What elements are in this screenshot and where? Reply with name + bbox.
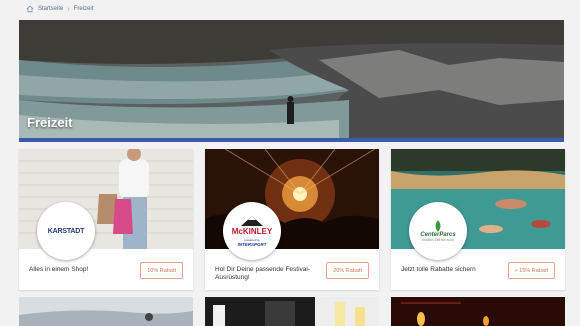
- home-icon[interactable]: [26, 5, 34, 13]
- hero-title: Freizeit: [27, 115, 73, 130]
- discount-button[interactable]: 10% Rabatt: [140, 262, 183, 279]
- offer-card-partial[interactable]: [19, 297, 193, 326]
- discount-button[interactable]: > 15% Rabatt: [507, 262, 555, 279]
- breadcrumb-home-link[interactable]: Startseite: [38, 6, 63, 12]
- card-description: Alles in einem Shop!: [29, 266, 89, 273]
- hero-banner: Freizeit: [19, 20, 564, 142]
- card-description: Jetzt tolle Rabatte sichern: [401, 266, 476, 273]
- hero-accent-bar: [19, 138, 564, 142]
- card-image: [19, 297, 193, 326]
- offer-card-partial[interactable]: [205, 297, 379, 326]
- offer-card-centerparcs[interactable]: CenterParcs Endlich Zeit für euch Jetzt …: [391, 149, 565, 290]
- offer-card-partial[interactable]: [391, 297, 565, 326]
- card-image: [391, 297, 565, 326]
- centerparcs-logo: CenterParcs Endlich Zeit für euch: [409, 202, 467, 260]
- card-description: Hol Dir Deine passende Festival-Ausrüstu…: [215, 266, 311, 281]
- offer-card-mckinley[interactable]: McKINLEY powered by INTERSPORT Hol Dir D…: [205, 149, 379, 290]
- karstadt-logo: KARSTADT: [37, 202, 95, 260]
- mountain-icon: [241, 215, 263, 226]
- card-image: [205, 297, 379, 326]
- breadcrumb-separator: ›: [67, 5, 70, 13]
- offer-card-karstadt[interactable]: KARSTADT Alles in einem Shop! 10% Rabatt: [19, 149, 193, 290]
- mckinley-logo: McKINLEY powered by INTERSPORT: [223, 202, 281, 260]
- discount-button[interactable]: 20% Rabatt: [326, 262, 369, 279]
- leaf-icon: [435, 220, 441, 232]
- breadcrumb: Startseite › Freizeit: [26, 4, 93, 14]
- hero-image: [19, 20, 564, 142]
- breadcrumb-current: Freizeit: [73, 6, 94, 12]
